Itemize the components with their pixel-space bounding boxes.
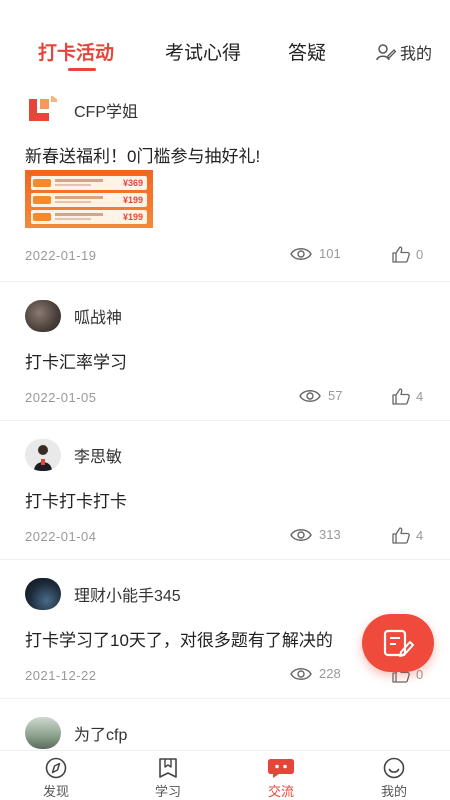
chat-icon: [268, 759, 294, 778]
nav-label: 我的: [380, 784, 407, 799]
post-text: 打卡打卡打卡: [25, 492, 127, 511]
view-count: 101: [290, 246, 341, 261]
author-name[interactable]: 呱战神: [74, 304, 122, 328]
avatar[interactable]: [25, 578, 61, 610]
nav-label: 交流: [267, 784, 294, 799]
post-author-row: CFP学姐: [25, 94, 138, 126]
post-text: 新春送福利！0门槛参与抽好礼!: [25, 147, 261, 166]
promo-row: ¥369: [31, 176, 147, 190]
my-posts-link[interactable]: 我的: [376, 40, 432, 64]
post-author-row: 理财小能手345: [25, 578, 181, 610]
avatar[interactable]: [25, 717, 61, 749]
promo-row: ¥199: [31, 210, 147, 224]
nav-label: 学习: [154, 784, 181, 799]
post-meta: 2022-01-04 313 4: [0, 527, 450, 547]
tab-qa[interactable]: 答疑: [288, 38, 326, 65]
author-name[interactable]: 理财小能手345: [74, 582, 181, 606]
view-count-value: 313: [319, 527, 341, 542]
like-count-value: 4: [416, 528, 424, 543]
nav-study[interactable]: 学习: [138, 757, 198, 800]
smile-icon: [383, 757, 405, 779]
nav-profile[interactable]: 我的: [364, 757, 424, 800]
eye-icon: [290, 528, 312, 541]
nav-community[interactable]: 交流: [251, 757, 311, 800]
view-count-value: 57: [328, 388, 343, 403]
user-edit-icon: [376, 44, 396, 61]
compose-post-button[interactable]: [362, 614, 434, 672]
post-text: 打卡学习了10天了，对很多题有了解决的: [25, 631, 333, 650]
post-author-row: 为了cfp: [25, 717, 127, 749]
like-button[interactable]: 0: [392, 246, 423, 263]
thumbs-up-icon: [392, 527, 410, 544]
book-icon: [159, 758, 177, 778]
bottom-nav: 发现 学习 交流 我的: [0, 750, 450, 800]
post-card[interactable]: 李思敏 打卡打卡打卡 2022-01-04 313 4: [0, 421, 450, 560]
post-card[interactable]: 为了cfp: [0, 699, 450, 750]
avatar[interactable]: [25, 300, 61, 332]
eye-icon: [290, 247, 312, 260]
edit-note-icon: [383, 629, 414, 657]
view-count-value: 101: [319, 246, 341, 261]
like-button[interactable]: 4: [392, 527, 423, 544]
post-meta: 2022-01-05 57 4: [0, 388, 450, 408]
post-author-row: 呱战神: [25, 300, 122, 332]
tab-exam-experience[interactable]: 考试心得: [165, 38, 241, 65]
post-image[interactable]: ¥369 ¥199 ¥199: [25, 170, 153, 228]
compass-icon: [45, 757, 67, 779]
avatar[interactable]: [25, 94, 61, 126]
promo-price: ¥199: [122, 195, 143, 205]
eye-icon: [299, 389, 321, 402]
author-name[interactable]: 为了cfp: [74, 721, 127, 745]
eye-icon: [290, 667, 312, 680]
promo-price: ¥369: [122, 178, 143, 188]
nav-label: 发现: [42, 784, 69, 799]
post-card[interactable]: CFP学姐 新春送福利！0门槛参与抽好礼! ¥369 ¥199 ¥199 202…: [0, 84, 450, 282]
post-card[interactable]: 呱战神 打卡汇率学习 2022-01-05 57 4: [0, 282, 450, 421]
promo-row: ¥199: [31, 193, 147, 207]
view-count: 228: [290, 666, 341, 681]
like-button[interactable]: 4: [392, 388, 423, 405]
view-count: 57: [299, 388, 342, 403]
top-tab-bar: 打卡活动 考试心得 答疑 我的: [0, 0, 450, 84]
nav-discover[interactable]: 发现: [26, 757, 86, 800]
like-count-value: 4: [416, 389, 424, 404]
post-date: 2021-12-22: [25, 668, 97, 683]
post-date: 2022-01-19: [25, 248, 97, 263]
thumbs-up-icon: [392, 246, 410, 263]
active-tab-indicator: [68, 68, 96, 71]
promo-price: ¥199: [122, 212, 143, 222]
thumbs-up-icon: [392, 388, 410, 405]
view-count: 313: [290, 527, 341, 542]
post-date: 2022-01-05: [25, 390, 97, 405]
avatar[interactable]: [25, 439, 61, 471]
author-name[interactable]: 李思敏: [74, 443, 122, 467]
tab-checkin[interactable]: 打卡活动: [38, 38, 114, 65]
post-meta: 2022-01-19 101 0: [0, 246, 450, 266]
post-author-row: 李思敏: [25, 439, 122, 471]
author-name[interactable]: CFP学姐: [74, 98, 138, 122]
post-date: 2022-01-04: [25, 529, 97, 544]
my-posts-label: 我的: [400, 46, 433, 63]
like-count-value: 0: [416, 247, 424, 262]
view-count-value: 228: [319, 666, 341, 681]
post-text: 打卡汇率学习: [25, 353, 127, 372]
